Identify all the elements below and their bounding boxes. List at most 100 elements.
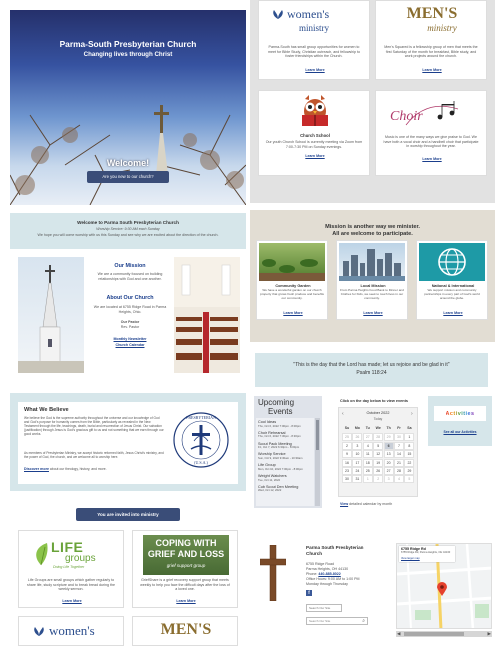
church-school-learn-more[interactable]: Learn More: [259, 154, 371, 158]
calendar-day[interactable]: 4: [362, 441, 373, 450]
calendar-month: October 2022: [366, 411, 390, 415]
calendar-day[interactable]: 27: [362, 433, 373, 442]
choir-learn-more[interactable]: Learn More: [376, 157, 488, 161]
calendar-link[interactable]: Church Calendar: [92, 343, 168, 347]
activities-banner[interactable]: Activities: [434, 406, 486, 421]
scroll-thumb[interactable]: [404, 632, 464, 636]
womens-learn-more[interactable]: Learn More: [259, 68, 371, 72]
events-scrollbar-thumb[interactable]: [316, 420, 319, 450]
calendar-day[interactable]: 29: [383, 433, 394, 442]
discover-more-link[interactable]: Discover more: [24, 467, 49, 471]
horizontal-scrollbar[interactable]: ◀ ▶: [396, 631, 492, 637]
scroll-left-icon[interactable]: ◀: [397, 631, 400, 637]
calendar-day[interactable]: 20: [383, 458, 394, 467]
search-icon[interactable]: ⌕: [362, 618, 365, 624]
calendar-day[interactable]: 27: [383, 467, 394, 475]
calendar-day[interactable]: 13: [383, 450, 394, 459]
calendar-day[interactable]: 18: [362, 458, 373, 467]
beliefs-paragraph-1: We believe the God is the supreme author…: [24, 416, 164, 437]
calendar-day[interactable]: 30: [394, 433, 404, 442]
calendar-day[interactable]: 28: [373, 433, 384, 442]
mens-learn-more[interactable]: Learn More: [376, 68, 488, 72]
calendar-day[interactable]: 25: [342, 433, 352, 442]
calendar-day[interactable]: 21: [394, 458, 404, 467]
activities-link[interactable]: See all our Activities: [428, 430, 492, 434]
calendar-day[interactable]: 31: [352, 475, 363, 484]
calendar-weekday: Mo: [352, 425, 363, 433]
calendar-day[interactable]: 15: [404, 450, 415, 459]
calendar-day[interactable]: 2: [342, 441, 352, 450]
events-scrollbar[interactable]: [315, 418, 320, 506]
calendar-day[interactable]: 25: [362, 467, 373, 475]
calendar-day[interactable]: 26: [373, 467, 384, 475]
calendar-day[interactable]: 5: [404, 475, 415, 484]
footer-button-input[interactable]: [306, 604, 342, 612]
calendar-day[interactable]: 17: [352, 458, 363, 467]
community-garden-card: Community Garden We have a wonderful gar…: [256, 240, 328, 320]
calendar-day[interactable]: 29: [404, 467, 415, 475]
calendar-day[interactable]: 6: [383, 441, 394, 450]
calendar-day[interactable]: 11: [362, 450, 373, 459]
national-international-card: National & International We support miss…: [416, 240, 488, 320]
service-time: Worship Service: 9:30 AM each Sunday: [96, 227, 160, 231]
detailed-calendar-link[interactable]: View: [340, 502, 348, 506]
calendar-day[interactable]: 28: [394, 467, 404, 475]
new-to-church-button[interactable]: Are you new to our church?: [87, 171, 169, 183]
event-item[interactable]: Cub Scout Den Meeting Wed, Oct 12, 2022: [258, 485, 312, 493]
footer-search-box[interactable]: Search Our Site ⌕: [306, 617, 368, 625]
sanctuary-photo: [174, 257, 240, 373]
mens-logo-sub: ministry: [427, 23, 457, 33]
calendar-day[interactable]: 16: [342, 458, 352, 467]
calendar-day[interactable]: 2: [373, 475, 384, 484]
event-item[interactable]: Choir Rehearsal Thu, Oct 6, 2022 7:30pm -…: [258, 431, 312, 439]
calendar-day[interactable]: 5: [373, 441, 384, 450]
garden-photo: [259, 243, 325, 281]
calendar-day[interactable]: 1: [404, 433, 415, 442]
calendar-instruction: Click on the day below to view events: [340, 399, 408, 403]
facebook-icon[interactable]: f: [306, 590, 312, 596]
calendar-day[interactable]: 19: [373, 458, 384, 467]
invited-button[interactable]: You are invited into ministry: [76, 508, 180, 521]
event-item[interactable]: Worship Service Sun, Oct 9, 2022 9:30am -…: [258, 452, 312, 460]
newsletter-link[interactable]: Monthly Newsletter: [92, 337, 168, 341]
calendar-day[interactable]: 1: [362, 475, 373, 484]
footer-office-days: Monday through Thursday: [306, 582, 348, 586]
calendar-weekday: Th: [383, 425, 394, 433]
map-larger-link[interactable]: View larger map: [401, 557, 420, 560]
garden-learn-more[interactable]: Learn More: [257, 311, 329, 315]
calendar-day[interactable]: 10: [352, 450, 363, 459]
national-learn-more[interactable]: Learn More: [417, 311, 489, 315]
google-map[interactable]: 6755 Ridge Rd 6755 Ridge Rd, Parma Heigh…: [396, 543, 492, 629]
calendar-today-button[interactable]: Today: [339, 417, 417, 421]
welcome-intro: We hope you will come worship with us th…: [37, 233, 219, 237]
calendar-day[interactable]: 24: [352, 467, 363, 475]
mission-title: Our Mission: [114, 263, 146, 269]
calendar-day[interactable]: 30: [342, 475, 352, 484]
calendar-day[interactable]: 3: [352, 441, 363, 450]
leaf-icon: [36, 543, 48, 566]
calendar-day[interactable]: 7: [394, 441, 404, 450]
calendar-day[interactable]: 22: [404, 458, 415, 467]
event-item[interactable]: Cool Ideas Thu, Oct 6, 2022 7:00pm - 8:00…: [258, 420, 312, 428]
footer-phone-link[interactable]: 440-885-8022: [318, 572, 340, 576]
local-mission-learn-more[interactable]: Learn More: [337, 311, 409, 315]
calendar-day[interactable]: 12: [373, 450, 384, 459]
calendar-day[interactable]: 8: [404, 441, 415, 450]
event-item[interactable]: Life Group Mon, Oct 10, 2022 7:00pm - 8:0…: [258, 463, 312, 471]
welcome-heading: Welcome to Parma South Presbyterian Chur…: [77, 220, 179, 225]
griefshare-learn-more[interactable]: Learn More: [133, 599, 239, 603]
calendar-day[interactable]: 9: [342, 450, 352, 459]
event-item[interactable]: Scout Pack Meeting Fri, Oct 7, 2022 6:30p…: [258, 442, 312, 450]
footer-phone-row: Phone: 440-885-8022: [306, 572, 341, 577]
calendar-day[interactable]: 26: [352, 433, 363, 442]
calendar-day[interactable]: 14: [394, 450, 404, 459]
calendar-day[interactable]: 3: [383, 475, 394, 484]
events-list: Cool Ideas Thu, Oct 6, 2022 7:00pm - 8:00…: [256, 418, 314, 506]
calendar-day[interactable]: 4: [394, 475, 404, 484]
life-groups-learn-more[interactable]: Learn More: [19, 599, 125, 603]
scroll-right-icon[interactable]: ▶: [488, 631, 491, 637]
choir-text: Music is one of the many ways we give pr…: [383, 135, 479, 148]
calendar-day[interactable]: 23: [342, 467, 352, 475]
event-item[interactable]: Weight Watchers Tue, Oct 11, 2022: [258, 474, 312, 482]
address-line: We are located at 6755 Ridge Road in Par…: [93, 305, 167, 314]
